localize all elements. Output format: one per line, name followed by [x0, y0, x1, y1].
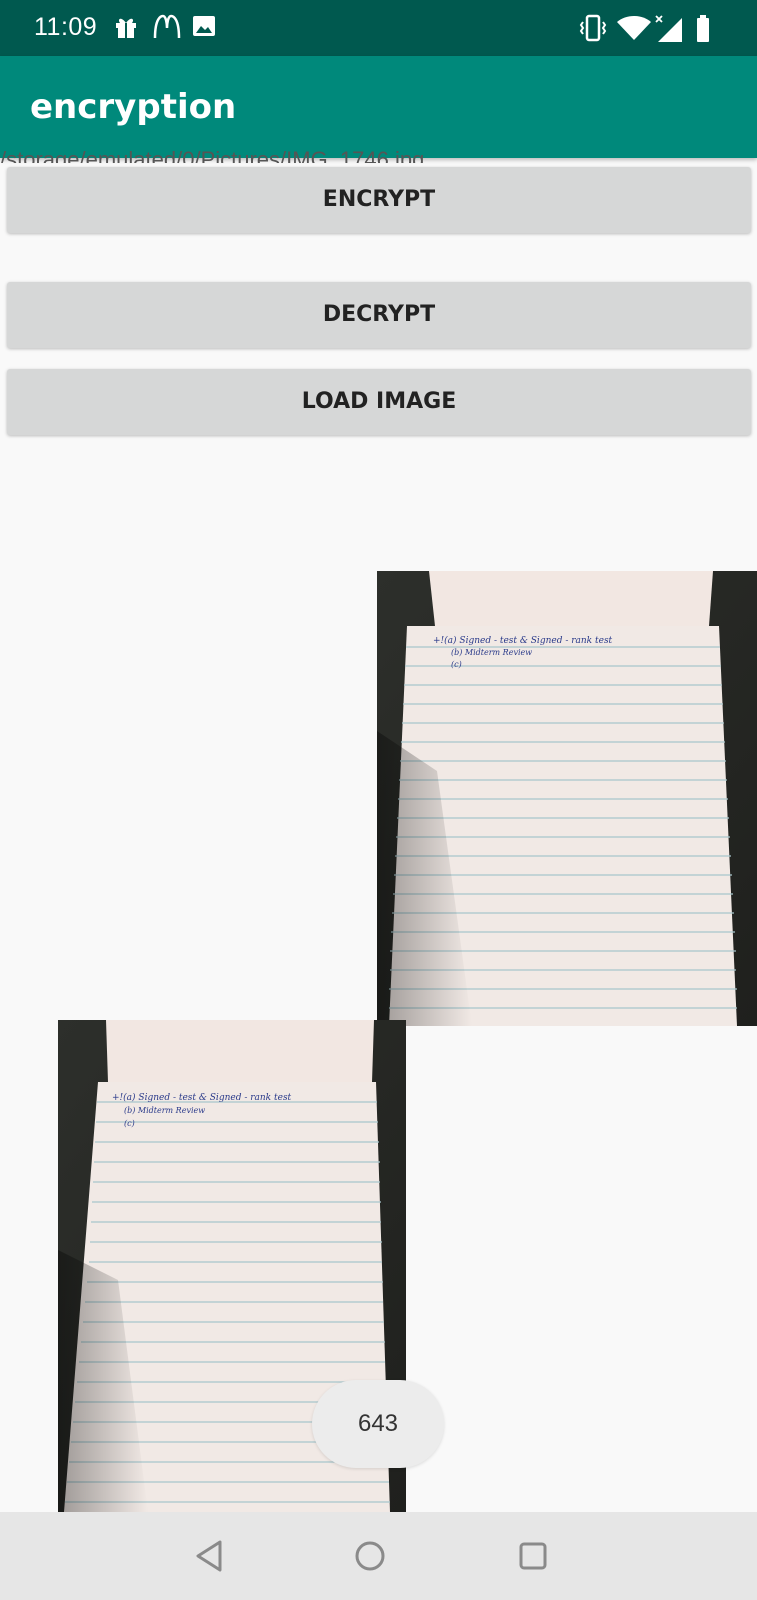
app-title: encryption	[30, 87, 237, 127]
image-path-text: /storage/emulated/0/Pictures/IMG_1746.jp…	[0, 149, 425, 163]
note-line-1: +!(a) Signed - test & Signed - rank test	[112, 1092, 292, 1103]
decrypt-button[interactable]: DECRYPT	[7, 282, 751, 348]
load-image-button[interactable]: LOAD IMAGE	[7, 369, 751, 435]
encrypt-button[interactable]: ENCRYPT	[7, 167, 751, 233]
navigation-bar	[0, 1512, 757, 1600]
wifi-icon	[617, 16, 651, 40]
gift-icon	[116, 18, 136, 38]
home-icon[interactable]	[348, 1534, 392, 1578]
note-line-3: (c)	[451, 660, 462, 669]
mcdonalds-icon	[153, 14, 181, 39]
signal-icon	[655, 15, 682, 42]
battery-icon	[697, 15, 709, 42]
recents-icon[interactable]	[511, 1534, 555, 1578]
image-icon	[193, 16, 215, 36]
note-line-1: +!(a) Signed - test & Signed - rank test	[433, 635, 613, 646]
status-time: 11:09	[34, 13, 98, 41]
note-line-2: (b) Midterm Review	[124, 1106, 205, 1115]
note-line-3: (c)	[124, 1119, 135, 1128]
status-bar: 11:09	[0, 0, 757, 56]
notebook-photo-top: +!(a) Signed - test & Signed - rank test…	[377, 571, 757, 1026]
note-line-2: (b) Midterm Review	[451, 648, 532, 657]
toast-message: 643	[312, 1380, 444, 1468]
vibrate-icon	[579, 14, 607, 42]
app-bar: encryption	[0, 56, 757, 158]
back-icon[interactable]	[188, 1534, 232, 1578]
